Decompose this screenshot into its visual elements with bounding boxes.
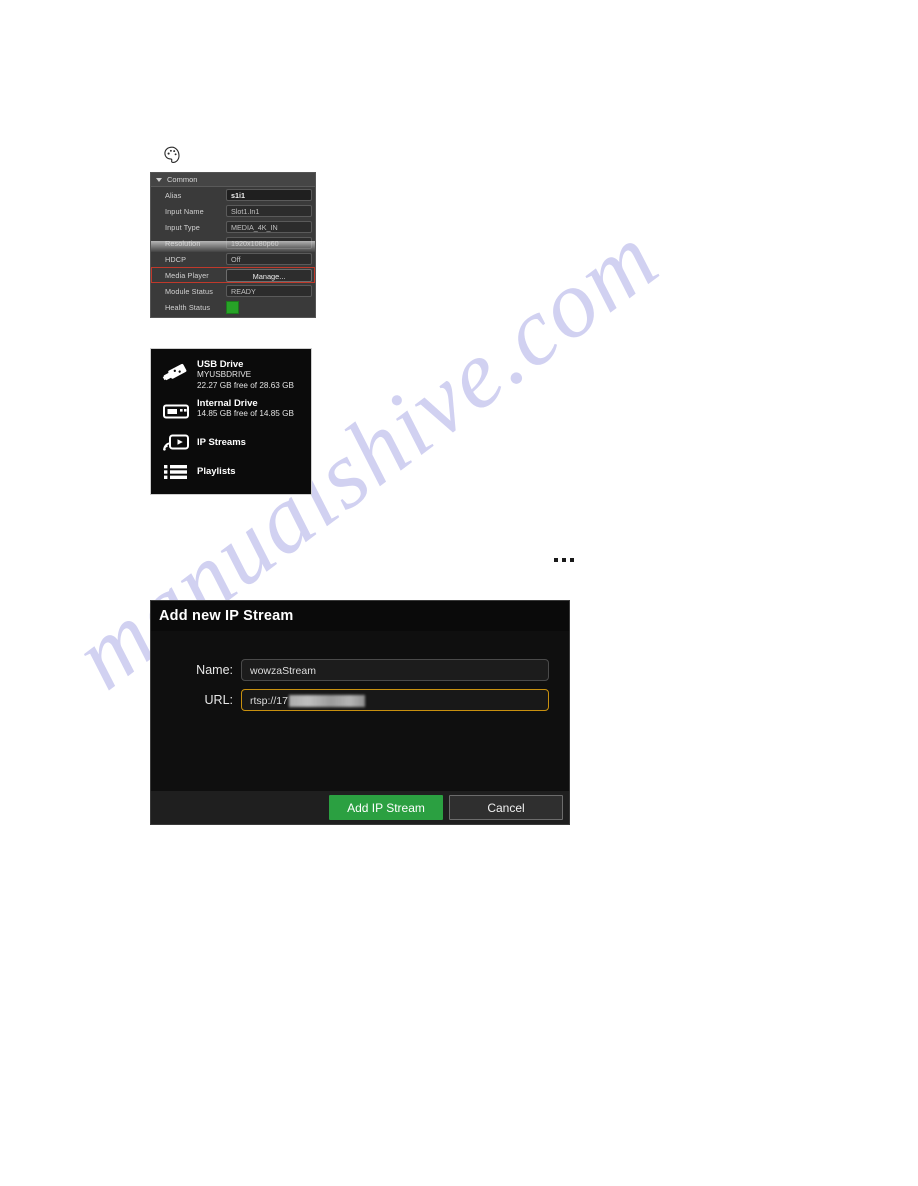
ellipsis-dot	[570, 558, 574, 562]
internal-drive-text: Internal Drive 14.85 GB free of 14.85 GB	[197, 397, 294, 420]
palette-icon[interactable]	[162, 145, 182, 165]
property-label: Media Player	[165, 270, 209, 280]
property-row-media-player: Media Player Manage...	[151, 267, 315, 283]
list-item-usb-drive[interactable]: USB Drive MYUSBDRIVE 22.27 GB free of 28…	[151, 355, 311, 394]
name-field-label: Name:	[196, 663, 233, 677]
url-field-row: URL: rtsp://17	[171, 689, 549, 711]
ellipsis-icon	[554, 558, 574, 562]
add-ip-stream-button[interactable]: Add IP Stream	[329, 795, 443, 820]
input-type-field[interactable]: MEDIA_4K_IN	[226, 221, 312, 233]
usb-drive-text: USB Drive MYUSBDRIVE 22.27 GB free of 28…	[197, 358, 294, 391]
url-field-label: URL:	[204, 693, 233, 707]
property-label: HDCP	[165, 254, 187, 264]
cancel-button[interactable]: Cancel	[449, 795, 563, 820]
url-input[interactable]: rtsp://17	[241, 689, 549, 711]
collapse-triangle-icon[interactable]	[156, 177, 162, 182]
internal-capacity: 14.85 GB free of 14.85 GB	[197, 409, 294, 418]
playlists-icon	[159, 461, 193, 483]
name-input[interactable]: wowzaStream	[241, 659, 549, 681]
properties-section-header[interactable]: Common	[151, 173, 315, 187]
hdcp-field[interactable]: Off	[226, 253, 312, 265]
list-item-title: Internal Drive	[197, 398, 258, 409]
redaction-bar	[288, 695, 365, 708]
list-item-ip-streams[interactable]: IP Streams	[151, 428, 311, 457]
list-item-title: IP Streams	[197, 437, 246, 448]
common-properties-panel: Common Alias s1i1 Input Name Slot1.In1 I…	[150, 172, 316, 318]
property-label: Module Status	[165, 286, 213, 296]
list-item-playlists[interactable]: Playlists	[151, 457, 311, 486]
input-name-field[interactable]: Slot1.In1	[226, 205, 312, 217]
media-source-list: USB Drive MYUSBDRIVE 22.27 GB free of 28…	[150, 348, 312, 495]
usb-drive-icon	[159, 358, 193, 386]
property-row-alias: Alias s1i1	[151, 187, 315, 203]
manage-button[interactable]: Manage...	[226, 268, 312, 282]
ip-streams-icon	[159, 432, 193, 454]
page-watermark: manualshive.com	[0, 0, 918, 1186]
property-row-hdcp: HDCP Off	[151, 251, 315, 267]
usb-volume-label: MYUSBDRIVE	[197, 370, 252, 379]
dialog-title: Add new IP Stream	[151, 601, 569, 631]
playlists-text: Playlists	[197, 460, 236, 483]
list-item-title: USB Drive	[197, 359, 244, 370]
module-status-value: READY	[226, 285, 312, 297]
property-label: Alias	[165, 190, 182, 200]
add-ip-stream-dialog: Add new IP Stream Name: wowzaStream URL:…	[150, 600, 570, 825]
ellipsis-dot	[554, 558, 558, 562]
name-field-row: Name: wowzaStream	[171, 659, 549, 681]
property-row-resolution: Resolution 1920x1080p60	[151, 235, 315, 251]
property-row-health-status: Health Status	[151, 299, 315, 315]
url-input-value: rtsp://17	[250, 695, 288, 707]
ellipsis-dot	[562, 558, 566, 562]
health-status-indicator	[226, 300, 239, 314]
property-label: Input Type	[165, 222, 200, 232]
list-item-title: Playlists	[197, 466, 236, 477]
property-row-input-name: Input Name Slot1.In1	[151, 203, 315, 219]
internal-drive-icon	[159, 397, 193, 425]
property-label: Input Name	[165, 206, 204, 216]
dialog-footer: Add IP Stream Cancel	[151, 791, 569, 824]
property-row-input-type: Input Type MEDIA_4K_IN	[151, 219, 315, 235]
property-row-module-status: Module Status READY	[151, 283, 315, 299]
list-item-internal-drive[interactable]: Internal Drive 14.85 GB free of 14.85 GB	[151, 394, 311, 428]
property-label: Resolution	[165, 238, 201, 248]
resolution-field[interactable]: 1920x1080p60	[226, 237, 312, 249]
usb-capacity: 22.27 GB free of 28.63 GB	[197, 380, 294, 390]
alias-field[interactable]: s1i1	[226, 189, 312, 201]
property-label: Health Status	[165, 302, 211, 312]
ip-streams-text: IP Streams	[197, 431, 246, 454]
dialog-body: Name: wowzaStream URL: rtsp://17	[151, 631, 569, 791]
properties-section-title: Common	[167, 175, 198, 184]
